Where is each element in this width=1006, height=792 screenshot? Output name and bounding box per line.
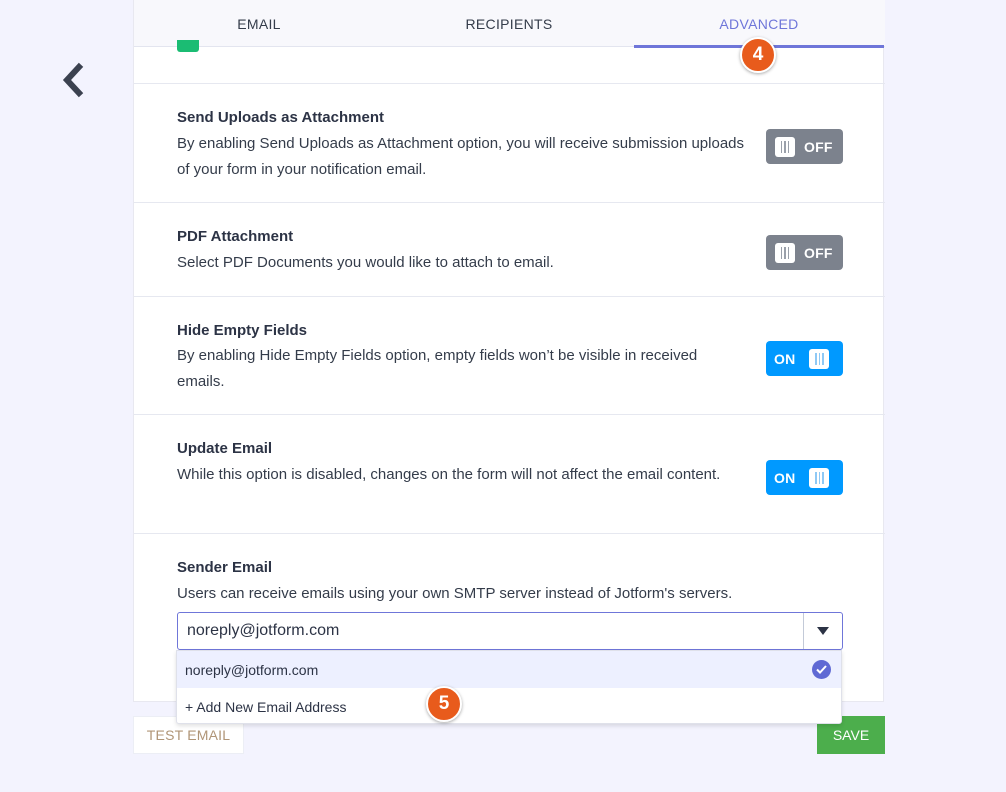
toggle-knob-icon — [775, 136, 795, 157]
setting-update-email: Update Email While this option is disabl… — [134, 414, 885, 534]
send-uploads-toggle[interactable]: OFF — [766, 129, 843, 164]
setting-description: Select PDF Documents you would like to a… — [177, 254, 554, 271]
partial-green-indicator — [177, 40, 199, 52]
option-label: noreply@jotform.com — [185, 661, 319, 678]
tab-bar: EMAIL RECIPIENTS ADVANCED — [134, 0, 885, 48]
email-settings-panel: EMAIL RECIPIENTS ADVANCED Send Uploads a… — [133, 0, 885, 702]
setting-title: Sender Email — [177, 559, 273, 576]
setting-title: Hide Empty Fields — [177, 322, 308, 339]
toggle-knob-icon — [775, 242, 795, 263]
tab-email[interactable]: EMAIL — [134, 0, 384, 47]
setting-pdf-attachment: PDF Attachment Select PDF Documents you … — [134, 202, 885, 297]
setting-description: Users can receive emails using your own … — [177, 585, 733, 602]
setting-title: Send Uploads as Attachment — [177, 109, 384, 126]
setting-description: By enabling Send Uploads as Attachment o… — [177, 135, 744, 178]
step-badge-5: 5 — [426, 686, 462, 722]
setting-title: Update Email — [177, 440, 273, 457]
setting-description: By enabling Hide Empty Fields option, em… — [177, 347, 698, 390]
toggle-knob-icon — [809, 348, 830, 369]
check-circle-icon — [812, 660, 831, 679]
update-email-toggle[interactable]: ON — [766, 460, 843, 495]
toggle-state-label: OFF — [804, 244, 833, 261]
caret-down-icon[interactable] — [803, 613, 842, 649]
pdf-attachment-toggle[interactable]: OFF — [766, 235, 843, 270]
sender-email-dropdown: noreply@jotform.com + Add New Email Addr… — [176, 650, 842, 724]
setting-hide-empty-fields: Hide Empty Fields By enabling Hide Empty… — [134, 296, 885, 415]
setting-description: While this option is disabled, changes o… — [177, 466, 721, 483]
back-chevron-icon[interactable] — [58, 62, 86, 98]
toggle-state-label: ON — [774, 350, 796, 367]
setting-title: PDF Attachment — [177, 228, 294, 245]
add-new-email-option[interactable]: + Add New Email Address — [177, 688, 841, 725]
toggle-knob-icon — [809, 467, 830, 488]
setting-send-uploads: Send Uploads as Attachment By enabling S… — [134, 83, 885, 203]
dropdown-option[interactable]: noreply@jotform.com — [177, 651, 841, 688]
toggle-state-label: OFF — [804, 138, 833, 155]
sender-email-select[interactable]: noreply@jotform.com — [177, 612, 843, 650]
hide-empty-fields-toggle[interactable]: ON — [766, 341, 843, 376]
option-label: + Add New Email Address — [185, 698, 347, 715]
selected-email-value: noreply@jotform.com — [187, 622, 340, 639]
step-badge-4: 4 — [740, 37, 776, 73]
tab-recipients[interactable]: RECIPIENTS — [384, 0, 634, 47]
toggle-state-label: ON — [774, 469, 796, 486]
